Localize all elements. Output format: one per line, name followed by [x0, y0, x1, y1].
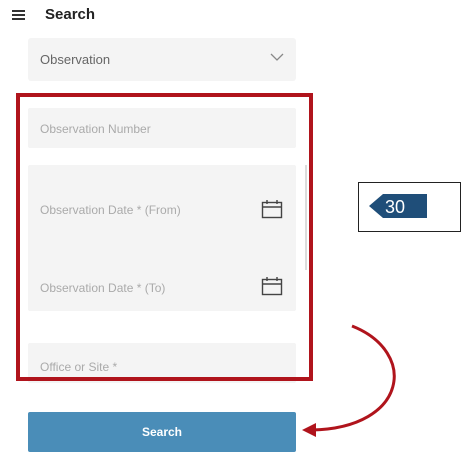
- search-button[interactable]: Search: [28, 412, 296, 452]
- office-site-field[interactable]: Office or Site *: [28, 343, 296, 383]
- date-to-field[interactable]: Observation Date * (To): [28, 253, 296, 311]
- search-type-value: Observation: [40, 52, 111, 67]
- top-app-bar: Search: [0, 0, 461, 34]
- chevron-down-icon: [270, 53, 284, 61]
- step-callout: 30: [358, 182, 461, 232]
- office-site-placeholder: Office or Site *: [40, 360, 118, 374]
- calendar-icon[interactable]: [261, 199, 283, 219]
- date-from-placeholder: Observation Date * (From): [40, 203, 181, 217]
- observation-number-field[interactable]: Observation Number: [28, 108, 296, 148]
- observation-number-placeholder: Observation Number: [40, 122, 151, 136]
- calendar-icon[interactable]: [261, 276, 283, 296]
- date-from-field[interactable]: Observation Date * (From): [28, 165, 296, 253]
- page-title: Search: [45, 6, 96, 23]
- search-type-select[interactable]: Observation: [28, 38, 296, 81]
- step-number: 30: [385, 197, 406, 217]
- hamburger-menu-icon[interactable]: [12, 10, 25, 20]
- scrollbar[interactable]: [305, 165, 307, 270]
- date-to-placeholder: Observation Date * (To): [40, 281, 166, 295]
